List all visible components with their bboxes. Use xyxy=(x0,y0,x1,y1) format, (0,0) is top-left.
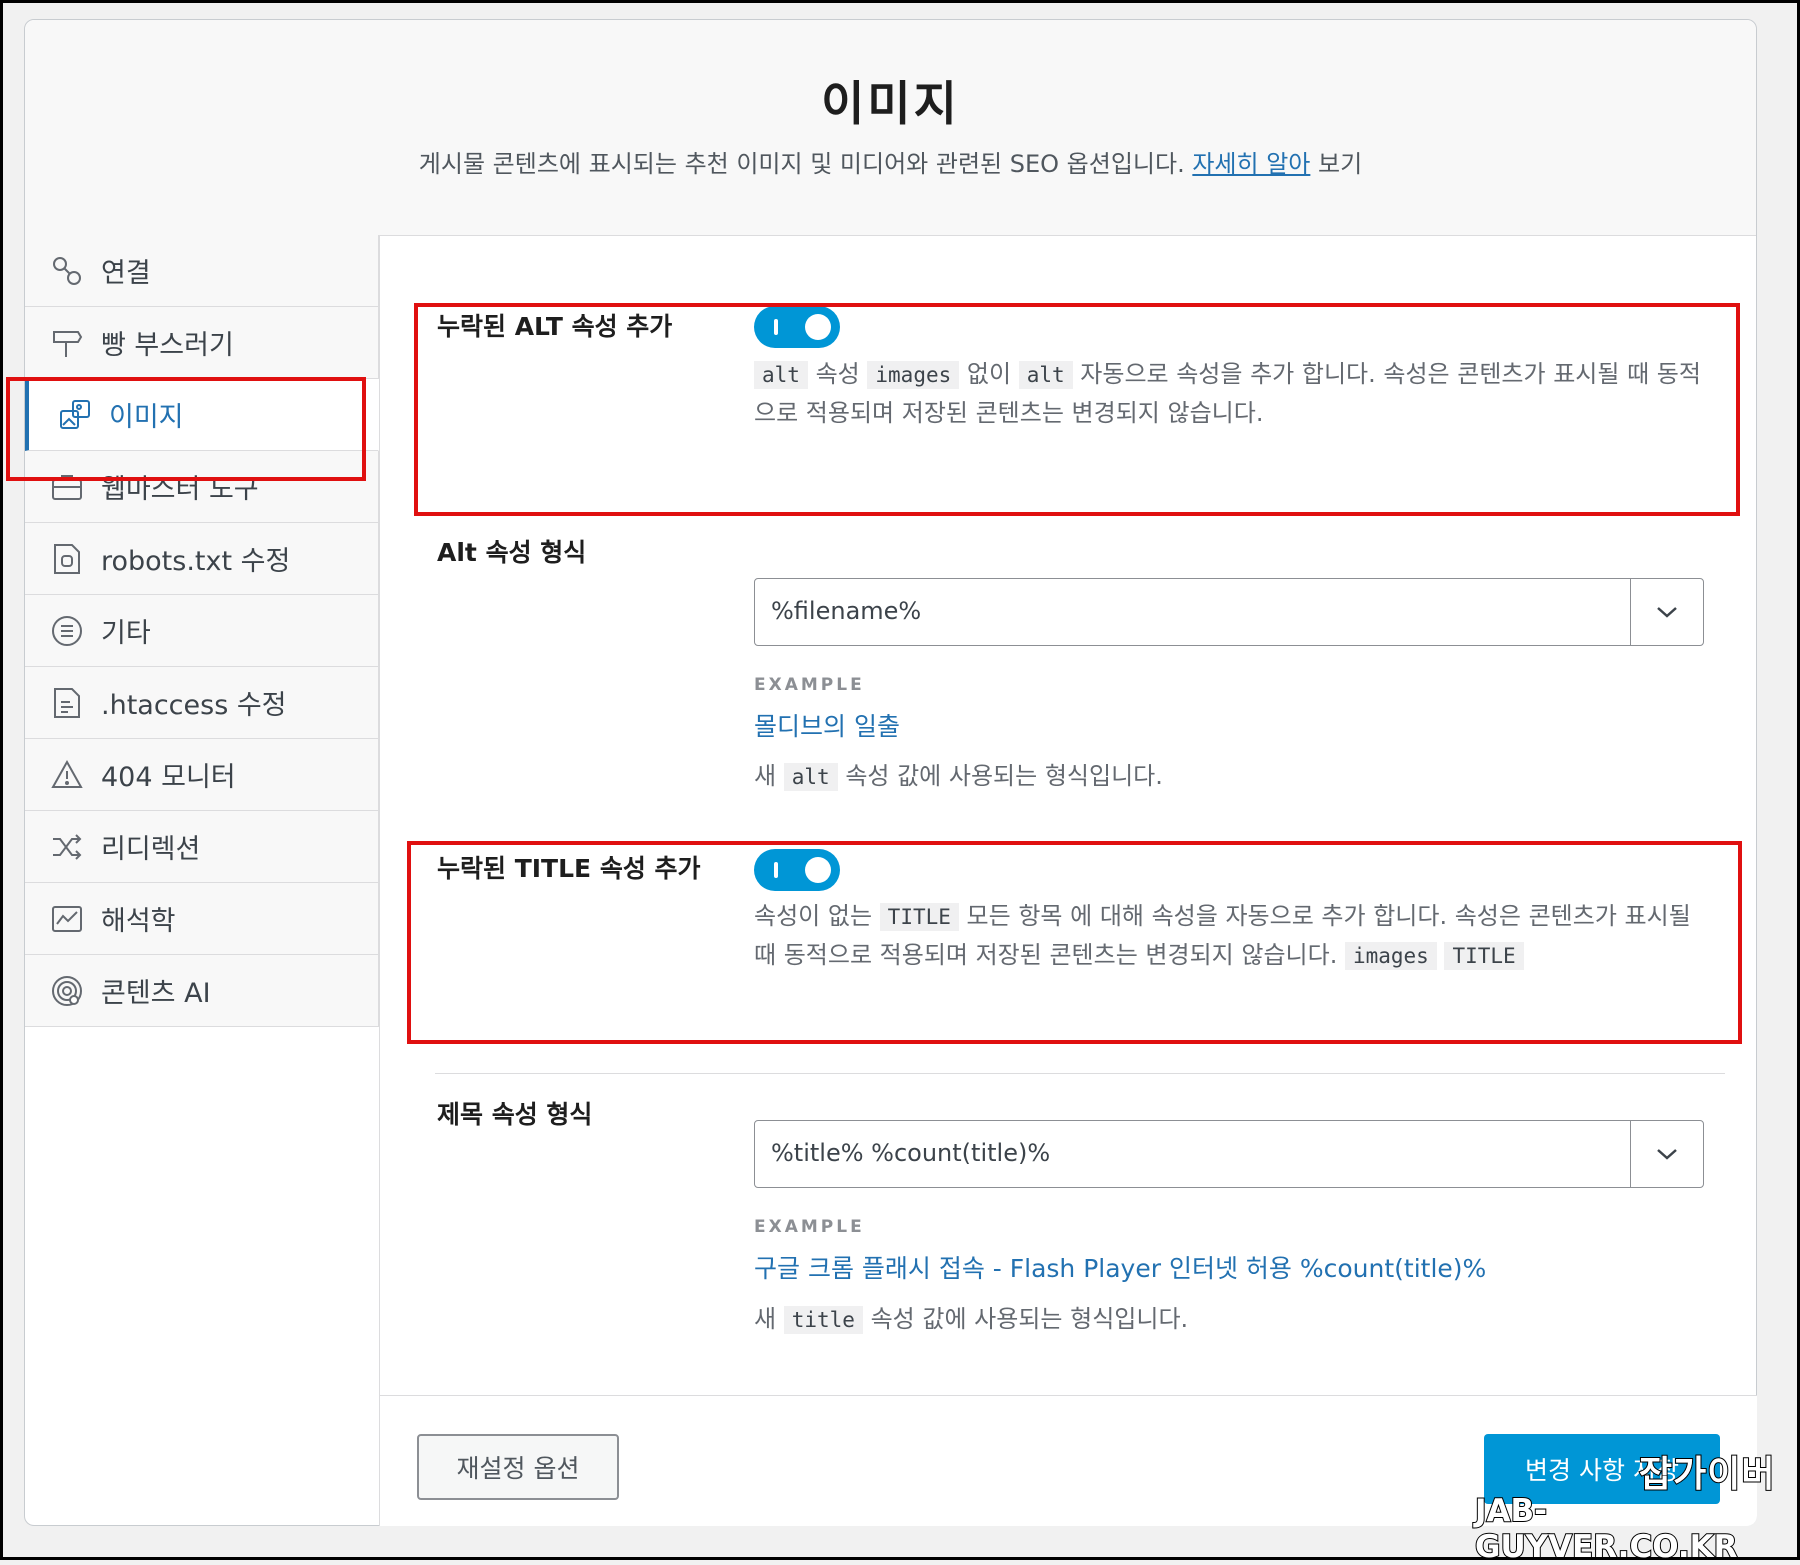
screenshot-frame: 이미지 게시물 콘텐츠에 표시되는 추천 이미지 및 미디어와 관련된 SEO … xyxy=(0,0,1800,1565)
help-text: 속성 값에 사용되는 형식입니다. xyxy=(845,762,1163,790)
analytics-icon xyxy=(49,901,85,937)
sidebar-item-404-monitor[interactable]: 404 모니터 xyxy=(25,739,379,811)
link-icon xyxy=(49,253,85,289)
watermark-text: 잡가이버 xyxy=(1638,1453,1776,1496)
warning-icon xyxy=(49,757,85,793)
sidebar-item-label: 빵 부스러기 xyxy=(101,330,234,361)
shuffle-icon xyxy=(49,829,85,865)
sidebar-item-breadcrumbs[interactable]: 빵 부스러기 xyxy=(25,307,379,379)
learn-more-link[interactable]: 자세히 알아 xyxy=(1192,150,1310,178)
example-value: 구글 크롬 플래시 접속 - Flash Player 인터넷 허용 %coun… xyxy=(754,1254,1487,1283)
sidebar-item-analytics[interactable]: 해석학 xyxy=(25,883,379,955)
sidebar-item-content-ai[interactable]: 콘텐츠 AI xyxy=(25,955,379,1027)
learn-more-suffix: 보기 xyxy=(1318,150,1363,178)
alt-format-label: Alt 속성 형식 xyxy=(437,538,587,567)
example-label: EXAMPLE xyxy=(754,1217,865,1237)
sidebar-item-label: robots.txt 수정 xyxy=(101,546,291,577)
section-divider xyxy=(435,1073,1725,1074)
sidebar-item-label: 해석학 xyxy=(101,906,176,937)
alt-format-select[interactable]: %filename% xyxy=(754,578,1704,646)
highlight-box-title xyxy=(407,841,1742,1044)
chevron-down-icon[interactable] xyxy=(1630,579,1703,645)
reset-options-button[interactable]: 재설정 옵션 xyxy=(417,1434,619,1500)
sidebar-item-label: 기타 xyxy=(101,618,151,649)
highlight-box-alt xyxy=(414,303,1740,516)
sidebar-item-robots-txt[interactable]: robots.txt 수정 xyxy=(25,523,379,595)
chevron-down-icon[interactable] xyxy=(1630,1121,1703,1187)
document-icon xyxy=(49,685,85,721)
sidebar-item-htaccess[interactable]: .htaccess 수정 xyxy=(25,667,379,739)
sidebar-item-label: .htaccess 수정 xyxy=(101,690,287,721)
sidebar-item-misc[interactable]: 기타 xyxy=(25,595,379,667)
help-text: 속성 값에 사용되는 형식입니다. xyxy=(870,1305,1189,1333)
settings-sidebar: 연결 빵 부스러기 이미지 웹마스터 도구 robots.txt 수정 기타 .… xyxy=(25,235,379,1027)
code-snippet: title xyxy=(783,1306,863,1334)
title-format-label: 제목 속성 형식 xyxy=(437,1100,593,1129)
alt-format-help: 새 alt 속성 값에 사용되는 형식입니다. xyxy=(754,757,1714,796)
highlight-box-sidebar xyxy=(6,377,366,481)
select-value: %title% %count(title)% xyxy=(771,1139,1051,1167)
help-text: 새 xyxy=(754,1305,777,1333)
sidebar-item-label: 연결 xyxy=(101,258,151,289)
page-header: 이미지 게시물 콘텐츠에 표시되는 추천 이미지 및 미디어와 관련된 SEO … xyxy=(25,20,1756,236)
settings-card: 이미지 게시물 콘텐츠에 표시되는 추천 이미지 및 미디어와 관련된 SEO … xyxy=(24,19,1757,1526)
sidebar-item-redirections[interactable]: 리디렉션 xyxy=(25,811,379,883)
code-snippet: alt xyxy=(783,763,838,791)
sidebar-item-label: 리디렉션 xyxy=(101,834,201,865)
help-text: 새 xyxy=(754,762,777,790)
sidebar-item-label: 404 모니터 xyxy=(101,762,236,793)
list-circle-icon xyxy=(49,613,85,649)
description-text: 게시물 콘텐츠에 표시되는 추천 이미지 및 미디어와 관련된 SEO 옵션입니… xyxy=(418,150,1185,178)
page-description: 게시물 콘텐츠에 표시되는 추천 이미지 및 미디어와 관련된 SEO 옵션입니… xyxy=(25,144,1756,179)
ai-icon xyxy=(49,973,85,1009)
select-value: %filename% xyxy=(771,597,922,625)
signpost-icon xyxy=(49,325,85,361)
watermark-url: JAB-GUYVER.CO.KR xyxy=(1474,1492,1739,1565)
title-format-select[interactable]: %title% %count(title)% xyxy=(754,1120,1704,1188)
page-title: 이미지 xyxy=(821,77,960,132)
sidebar-item-links[interactable]: 연결 xyxy=(25,235,379,307)
example-value: 몰디브의 일출 xyxy=(754,712,900,741)
title-format-help: 새 title 속성 값에 사용되는 형식입니다. xyxy=(754,1300,1714,1339)
example-label: EXAMPLE xyxy=(754,675,865,695)
sidebar-item-label: 콘텐츠 AI xyxy=(101,978,211,1009)
robot-file-icon xyxy=(49,541,85,577)
